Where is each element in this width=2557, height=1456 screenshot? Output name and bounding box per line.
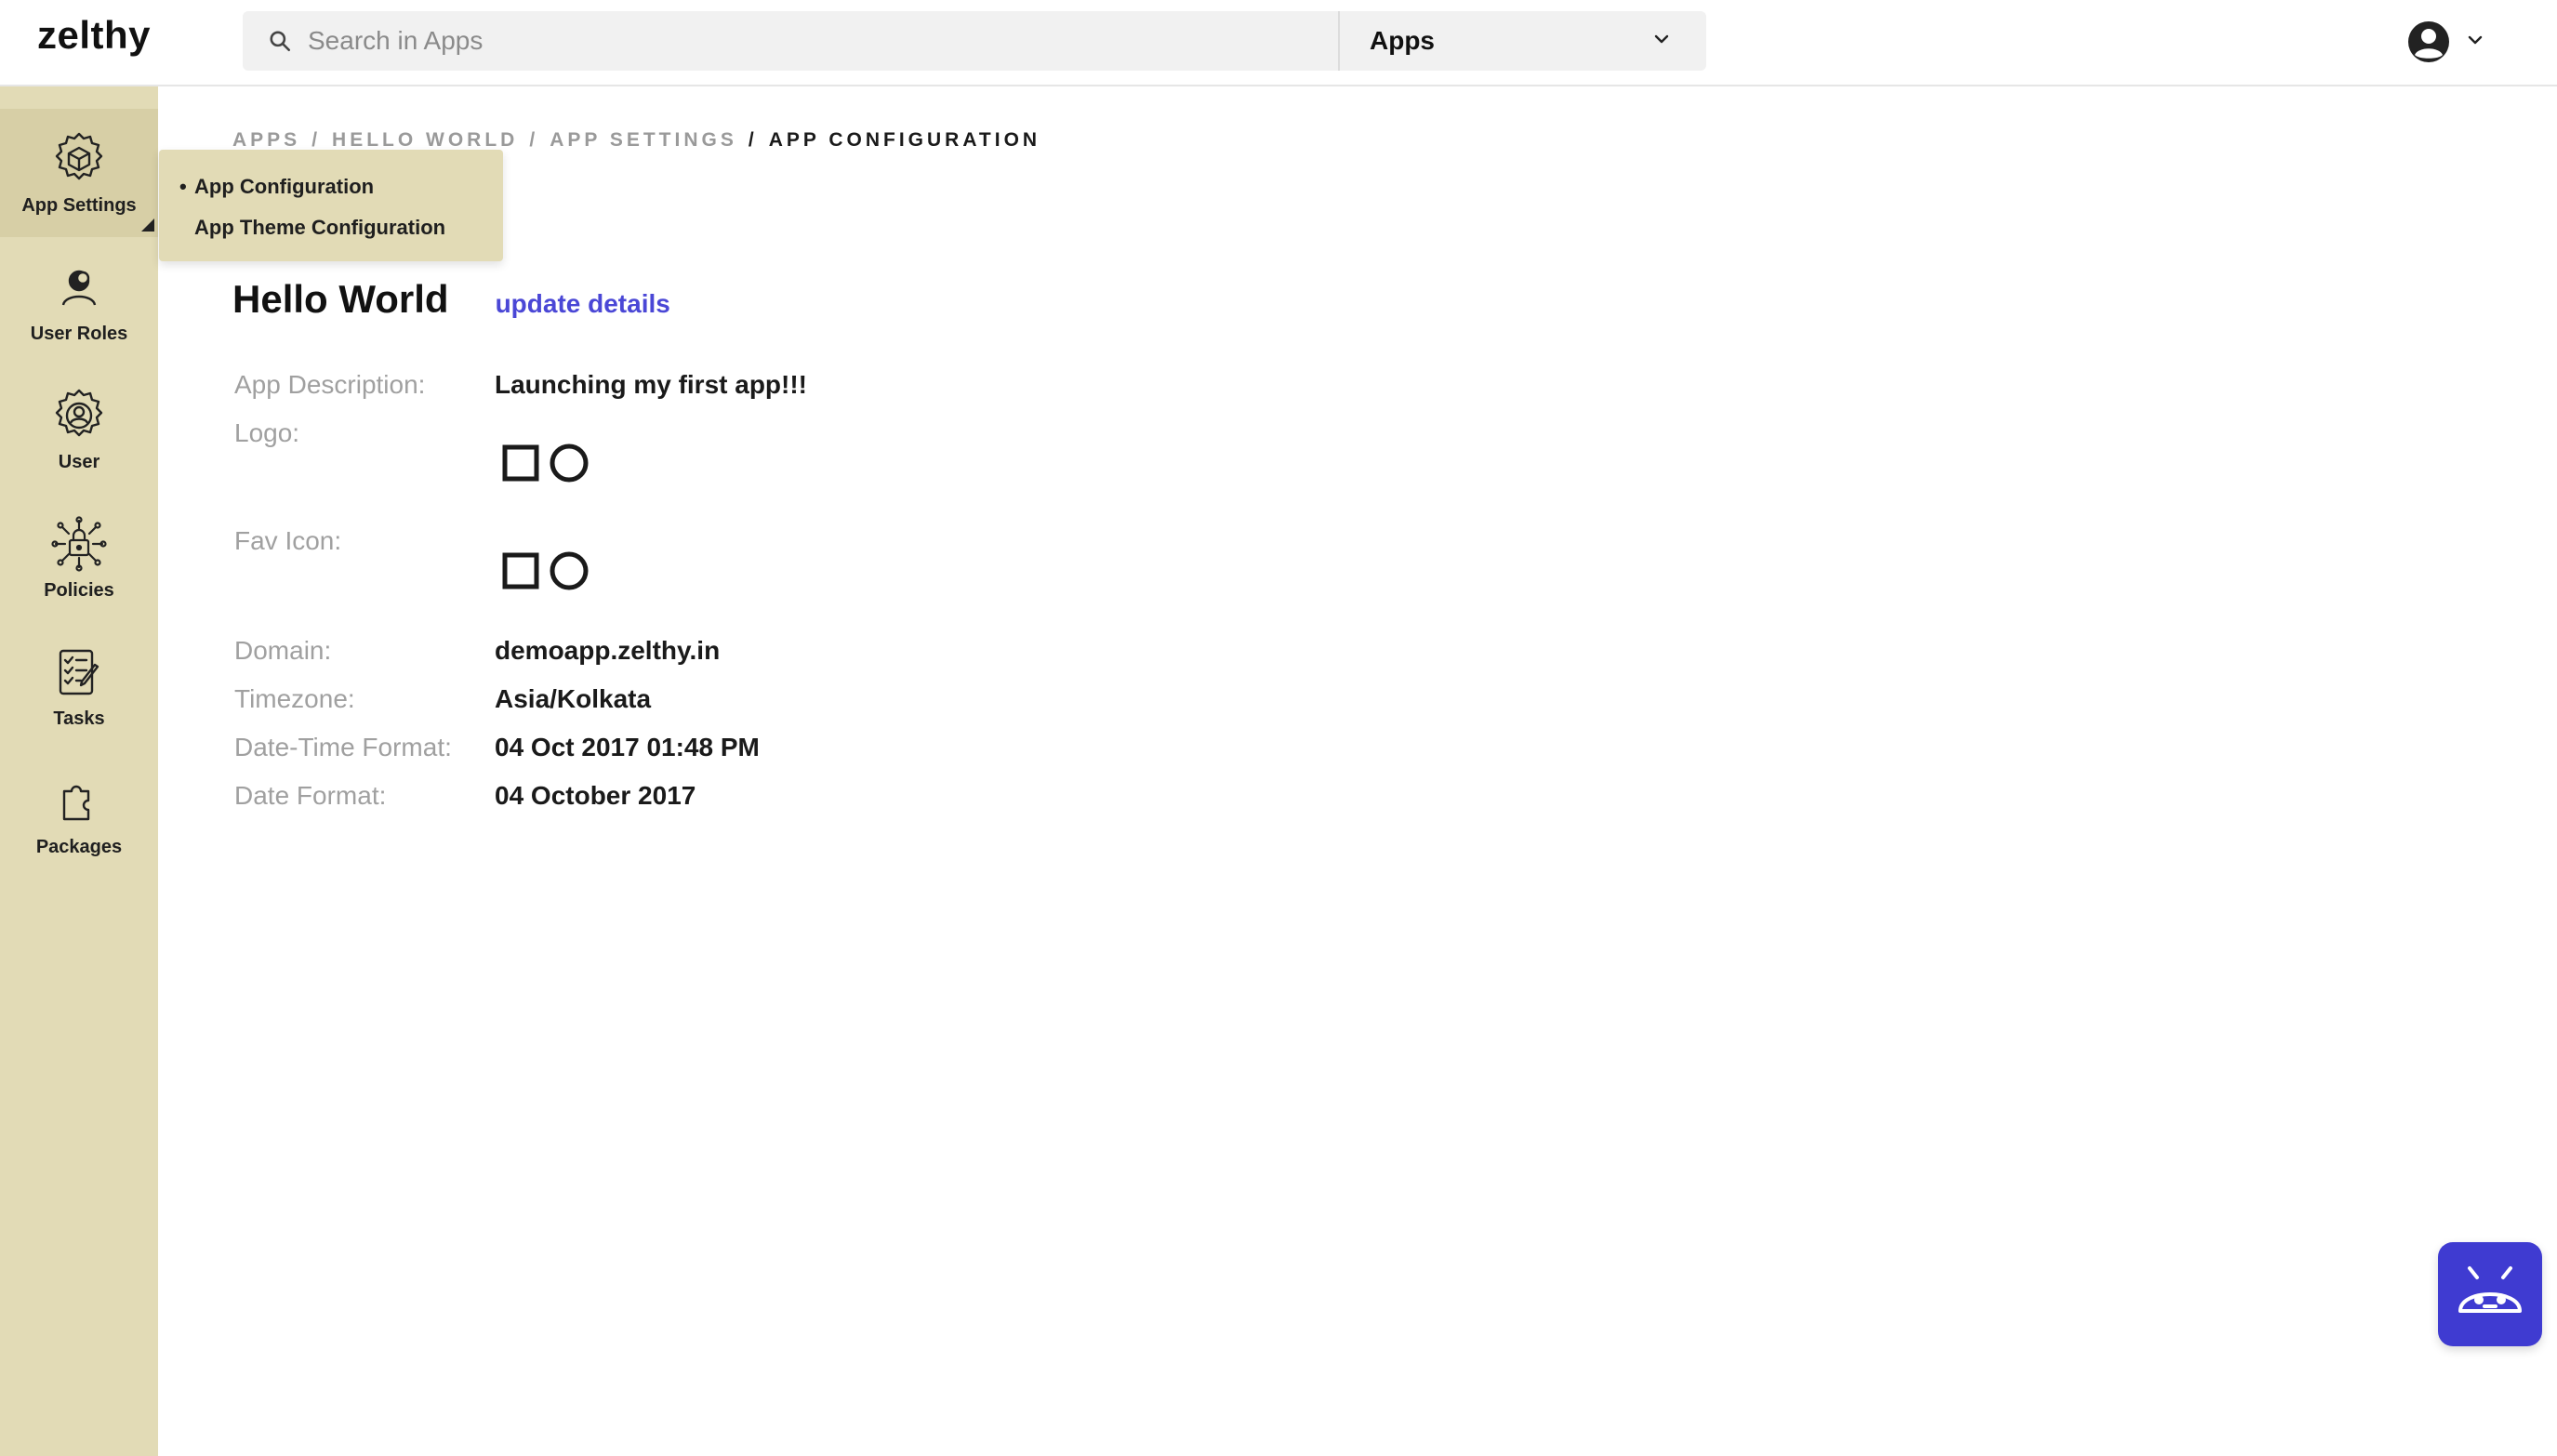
gear-icon — [50, 387, 108, 444]
user-menu[interactable] — [2406, 19, 2484, 65]
breadcrumb-separator: / — [529, 129, 539, 151]
detail-value: demoapp.zelthy.in — [495, 636, 721, 665]
sidebar-item-packages[interactable]: Packages — [0, 750, 158, 879]
search-scope-label: Apps — [1370, 26, 1435, 55]
detail-row-domain: Domain: demoapp.zelthy.in — [234, 636, 720, 666]
app-settings-flyout: • App Configuration App Theme Configurat… — [159, 150, 503, 261]
puzzle-icon — [50, 772, 108, 829]
checklist-icon — [50, 643, 108, 701]
flyout-item-label: App Configuration — [194, 175, 375, 198]
search-bar: Apps — [243, 11, 1706, 71]
detail-value: 04 Oct 2017 01:48 PM — [495, 733, 760, 761]
circle-icon — [549, 550, 590, 596]
search-scope-select[interactable]: Apps — [1340, 11, 1706, 71]
logo-image — [502, 443, 590, 488]
search-field-wrap — [243, 11, 1340, 71]
flyout-item-label: App Theme Configuration — [194, 216, 446, 239]
title-row: Hello World update details — [232, 277, 670, 322]
sidebar-item-app-settings[interactable]: App Settings — [0, 109, 158, 237]
breadcrumb: APPS / HELLO WORLD / APP SETTINGS / APP … — [232, 129, 1040, 152]
sidebar-item-label: Policies — [44, 579, 114, 601]
detail-label: Date-Time Format: — [234, 733, 452, 761]
detail-row-date-format: Date Format: 04 October 2017 — [234, 781, 696, 811]
sidebar-item-label: App Settings — [21, 194, 137, 216]
policy-lock-icon — [50, 515, 108, 573]
search-input[interactable] — [308, 13, 1284, 69]
sidebar-item-label: Packages — [35, 836, 123, 857]
detail-value: 04 October 2017 — [495, 781, 696, 810]
detail-row-favicon: Fav Icon: — [234, 526, 495, 556]
sidebar-item-tasks[interactable]: Tasks — [0, 622, 158, 750]
sidebar-item-user-roles[interactable]: User Roles — [0, 237, 158, 365]
robot-icon — [2453, 1263, 2527, 1327]
sidebar-item-user[interactable]: User — [0, 365, 158, 494]
detail-row-logo: Logo: — [234, 418, 495, 448]
flyout-item-app-theme-configuration[interactable]: App Theme Configuration — [179, 207, 503, 248]
detail-row-timezone: Timezone: Asia/Kolkata — [234, 684, 651, 714]
user-roles-icon — [50, 258, 108, 316]
chevron-down-icon — [1652, 30, 1671, 53]
breadcrumb-current: APP CONFIGURATION — [768, 129, 1041, 151]
detail-label: Logo: — [234, 418, 300, 447]
detail-row-description: App Description: Launching my first app!… — [234, 370, 807, 400]
detail-label: Fav Icon: — [234, 526, 342, 555]
detail-label: Timezone: — [234, 684, 355, 713]
detail-row-datetime-format: Date-Time Format: 04 Oct 2017 01:48 PM — [234, 733, 760, 762]
breadcrumb-app-settings[interactable]: APP SETTINGS — [550, 129, 737, 152]
sidebar-item-label: Tasks — [53, 708, 105, 729]
favicon-image — [502, 550, 590, 596]
detail-label: Date Format: — [234, 781, 387, 810]
search-icon — [252, 11, 308, 71]
circle-icon — [549, 443, 590, 488]
cube-gear-icon — [50, 130, 108, 188]
avatar-icon — [2406, 20, 2451, 64]
sidebar: App Settings User Roles User Policies Ta… — [0, 86, 158, 1456]
detail-value: Launching my first app!!! — [495, 370, 807, 399]
square-icon — [502, 444, 539, 486]
breadcrumb-apps[interactable]: APPS — [232, 129, 300, 152]
detail-label: Domain: — [234, 636, 332, 665]
breadcrumb-separator: / — [311, 129, 322, 151]
active-bullet: • — [179, 175, 187, 198]
sidebar-item-label: User Roles — [30, 323, 128, 344]
update-details-link[interactable]: update details — [496, 289, 670, 319]
chevron-down-icon — [2466, 31, 2484, 54]
flyout-item-app-configuration[interactable]: • App Configuration — [179, 166, 503, 207]
detail-value: Asia/Kolkata — [495, 684, 652, 713]
breadcrumb-hello-world[interactable]: HELLO WORLD — [332, 129, 518, 152]
detail-label: App Description: — [234, 370, 426, 399]
top-bar: zelthy Apps — [0, 0, 2557, 86]
app-logo[interactable]: zelthy — [37, 13, 151, 58]
sidebar-item-label: User — [58, 451, 100, 472]
breadcrumb-separator: / — [748, 129, 758, 151]
square-icon — [502, 552, 539, 594]
sidebar-item-policies[interactable]: Policies — [0, 494, 158, 622]
page-title: Hello World — [232, 277, 449, 321]
chat-bot-button[interactable] — [2438, 1242, 2542, 1346]
active-indicator — [141, 218, 154, 232]
